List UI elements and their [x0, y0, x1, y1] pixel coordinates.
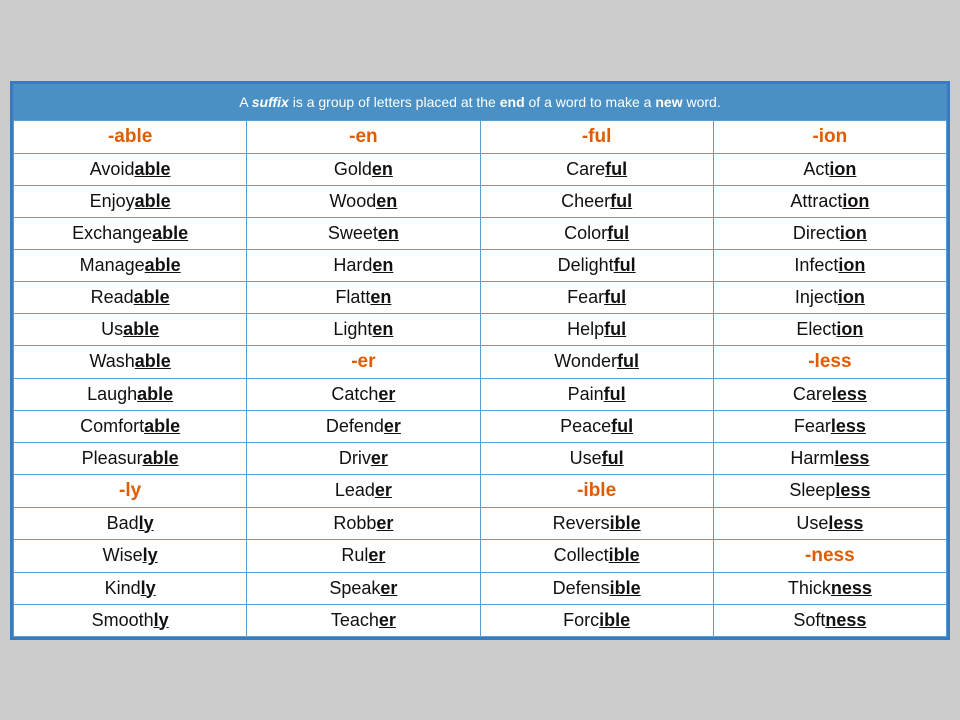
table-cell: Usable	[14, 313, 247, 345]
table-cell: Forcible	[480, 604, 713, 636]
suffix-italic: suffix	[252, 94, 289, 110]
column-header: -ful	[480, 120, 713, 153]
table-cell: Robber	[247, 507, 480, 539]
table-cell: Careful	[480, 153, 713, 185]
table-cell: Action	[713, 153, 946, 185]
end-bold: end	[500, 94, 525, 110]
table-cell: Exchangeable	[14, 217, 247, 249]
table-cell: -ible	[480, 474, 713, 507]
column-header: -en	[247, 120, 480, 153]
table-cell: Kindly	[14, 572, 247, 604]
table-cell: Manageable	[14, 249, 247, 281]
table-cell: Election	[713, 313, 946, 345]
table-cell: Wooden	[247, 185, 480, 217]
table-cell: -er	[247, 345, 480, 378]
table-cell: Painful	[480, 378, 713, 410]
table-cell: Careless	[713, 378, 946, 410]
word-table: -able-en-ful-ion AvoidableGoldenCarefulAc…	[13, 120, 947, 637]
table-cell: Avoidable	[14, 153, 247, 185]
column-header: -able	[14, 120, 247, 153]
table-cell: Comfortable	[14, 410, 247, 442]
column-header: -ion	[713, 120, 946, 153]
table-cell: Lighten	[247, 313, 480, 345]
table-cell: Teacher	[247, 604, 480, 636]
table-cell: Sweeten	[247, 217, 480, 249]
table-cell: Attraction	[713, 185, 946, 217]
table-cell: Softness	[713, 604, 946, 636]
table-cell: Delightful	[480, 249, 713, 281]
table-cell: Harden	[247, 249, 480, 281]
new-bold: new	[655, 94, 682, 110]
table-cell: Smoothly	[14, 604, 247, 636]
table-cell: Colorful	[480, 217, 713, 249]
table-cell: Fearless	[713, 410, 946, 442]
table-cell: Collectible	[480, 539, 713, 572]
table-cell: Readable	[14, 281, 247, 313]
table-cell: -ly	[14, 474, 247, 507]
table-cell: Thickness	[713, 572, 946, 604]
table-cell: Flatten	[247, 281, 480, 313]
table-cell: Leader	[247, 474, 480, 507]
table-cell: Harmless	[713, 442, 946, 474]
table-cell: -ness	[713, 539, 946, 572]
table-cell: Wisely	[14, 539, 247, 572]
table-cell: Helpful	[480, 313, 713, 345]
table-cell: Driver	[247, 442, 480, 474]
table-cell: Cheerful	[480, 185, 713, 217]
table-cell: Defensible	[480, 572, 713, 604]
table-cell: Golden	[247, 153, 480, 185]
table-cell: Defender	[247, 410, 480, 442]
table-cell: Speaker	[247, 572, 480, 604]
table-cell: Sleepless	[713, 474, 946, 507]
page-header: A suffix is a group of letters placed at…	[13, 84, 947, 120]
table-cell: Laughable	[14, 378, 247, 410]
table-cell: Ruler	[247, 539, 480, 572]
table-cell: Direction	[713, 217, 946, 249]
table-cell: Badly	[14, 507, 247, 539]
table-cell: Washable	[14, 345, 247, 378]
table-cell: Peaceful	[480, 410, 713, 442]
table-cell: Injection	[713, 281, 946, 313]
table-cell: Enjoyable	[14, 185, 247, 217]
table-cell: Catcher	[247, 378, 480, 410]
main-container: A suffix is a group of letters placed at…	[10, 81, 950, 640]
table-cell: Useless	[713, 507, 946, 539]
table-cell: Fearful	[480, 281, 713, 313]
subtitle: A suffix is a group of letters placed at…	[25, 94, 935, 110]
table-cell: Pleasurable	[14, 442, 247, 474]
table-cell: Infection	[713, 249, 946, 281]
table-cell: Wonderful	[480, 345, 713, 378]
table-cell: Useful	[480, 442, 713, 474]
table-cell: Reversible	[480, 507, 713, 539]
table-cell: -less	[713, 345, 946, 378]
